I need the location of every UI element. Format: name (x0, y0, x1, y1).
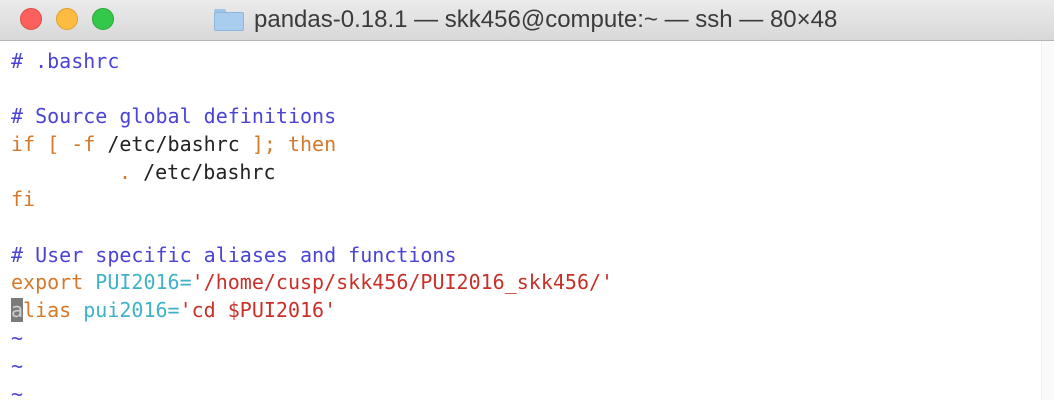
code-line-8: # User specific aliases and functions (11, 242, 457, 270)
keyword-text: fi (11, 187, 36, 211)
comment-text: # Source global definitions (11, 104, 337, 128)
variable-text: pui2016= (83, 298, 180, 322)
zoom-button[interactable] (92, 8, 114, 30)
code-line-5: . /etc/bashrc (119, 159, 276, 187)
code-line-1: # .bashrc (11, 48, 119, 76)
variable-text: PUI2016= (95, 270, 192, 294)
window-title-group: pandas-0.18.1 — skk456@compute:~ — ssh —… (214, 4, 837, 36)
code-line-3: # Source global definitions (11, 103, 336, 131)
keyword-text: ]; (239, 132, 276, 156)
window-title: pandas-0.18.1 — skk456@compute:~ — ssh —… (254, 6, 838, 33)
text-cursor: a (11, 298, 24, 322)
keyword-text: export (11, 270, 96, 294)
keyword-text: lias (23, 298, 84, 322)
title-bar[interactable]: pandas-0.18.1 — skk456@compute:~ — ssh —… (0, 0, 1054, 41)
comment-text: # User specific aliases and functions (11, 243, 457, 267)
source-dot: . (119, 160, 132, 184)
string-text: 'cd $PUI2016' (179, 298, 337, 322)
code-line-10: alias pui2016='cd $PUI2016' (11, 297, 336, 325)
keyword-text: then (275, 132, 337, 156)
comment-text: # .bashrc (11, 49, 120, 73)
path-text: /etc/bashrc (131, 160, 276, 184)
empty-line-marker: ~ (11, 354, 24, 378)
terminal-content[interactable]: # .bashrc # Source global definitions if… (0, 41, 1054, 400)
empty-line-marker: ~ (11, 326, 24, 350)
code-line-6: fi (11, 186, 35, 214)
path-text: /etc/bashrc (107, 132, 240, 156)
close-button[interactable] (20, 8, 42, 30)
code-line-9: export PUI2016='/home/cusp/skk456/PUI201… (11, 269, 613, 297)
terminal-window: pandas-0.18.1 — skk456@compute:~ — ssh —… (0, 0, 1054, 400)
minimize-button[interactable] (56, 8, 78, 30)
empty-line-marker: ~ (11, 382, 24, 400)
string-text: '/home/cusp/skk456/PUI2016_skk456/' (191, 270, 614, 294)
folder-icon (214, 9, 244, 31)
code-line-4: if [ -f /etc/bashrc ]; then (11, 131, 336, 159)
keyword-text: if [ -f (11, 132, 108, 156)
scrollbar[interactable] (1041, 41, 1054, 400)
